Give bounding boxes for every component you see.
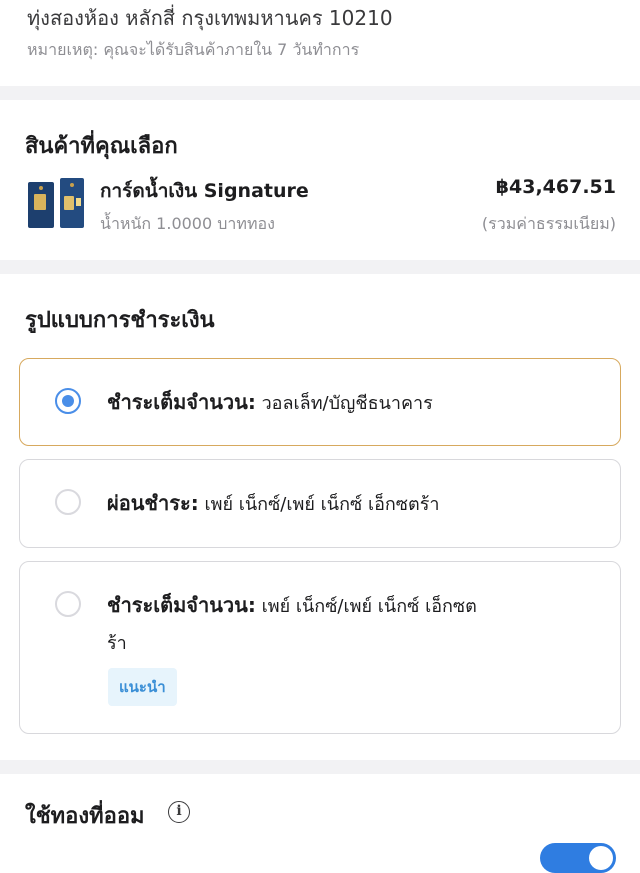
use-savings-toggle[interactable] bbox=[540, 843, 616, 873]
fee-note: (รวมค่าธรรมเนียม) bbox=[481, 214, 616, 233]
payment-option-label: ชำระเต็มจำนวน: bbox=[107, 593, 256, 617]
payment-option-installment[interactable]: ผ่อนชำระ: เพย์ เน็กซ์/เพย์ เน็กซ์ เอ็กซต… bbox=[19, 459, 621, 548]
product-weight: น้ำหนัก 1.0000 บาททอง bbox=[100, 214, 275, 233]
payment-option-detail: เพย์ เน็กซ์/เพย์ เน็กซ์ เอ็กซต bbox=[261, 596, 477, 617]
info-icon[interactable]: i bbox=[168, 801, 190, 823]
payment-option-full-paynext[interactable]: ชำระเต็มจำนวน: เพย์ เน็กซ์/เพย์ เน็กซ์ เ… bbox=[19, 561, 621, 734]
payment-option-text: ผ่อนชำระ: เพย์ เน็กซ์/เพย์ เน็กซ์ เอ็กซต… bbox=[107, 485, 439, 523]
savings-title: ใช้ทองที่ออม bbox=[25, 804, 145, 829]
radio-unselected-icon[interactable] bbox=[55, 489, 81, 515]
payment-title: รูปแบบการชำระเงิน bbox=[25, 308, 215, 333]
address-section: ทุ่งสองห้อง หลักสี่ กรุงเทพมหานคร 10210 … bbox=[0, 0, 640, 86]
payment-option-label: ชำระเต็มจำนวน: bbox=[107, 390, 256, 414]
payment-option-detail: เพย์ เน็กซ์/เพย์ เน็กซ์ เอ็กซตร้า bbox=[204, 494, 440, 515]
payment-option-text: ชำระเต็มจำนวน: เพย์ เน็กซ์/เพย์ เน็กซ์ เ… bbox=[107, 587, 477, 662]
section-divider bbox=[0, 760, 640, 774]
delivery-note: หมายเหตุ: คุณจะได้รับสินค้าภายใน 7 วันทำ… bbox=[27, 40, 360, 59]
selected-product-title: สินค้าที่คุณเลือก bbox=[25, 134, 178, 159]
payment-option-detail-cont: ร้า bbox=[107, 633, 127, 654]
product-name: การ์ดน้ำเงิน Signature bbox=[100, 180, 309, 202]
section-divider bbox=[0, 260, 640, 274]
payment-option-detail: วอลเล็ท/บัญชีธนาคาร bbox=[261, 393, 433, 414]
address-line: ทุ่งสองห้อง หลักสี่ กรุงเทพมหานคร 10210 bbox=[27, 6, 393, 30]
payment-option-label: ผ่อนชำระ: bbox=[107, 491, 199, 515]
radio-selected-icon[interactable] bbox=[55, 388, 81, 414]
recommended-badge: แนะนำ bbox=[108, 668, 177, 706]
section-divider bbox=[0, 86, 640, 100]
payment-option-full-wallet[interactable]: ชำระเต็มจำนวน: วอลเล็ท/บัญชีธนาคาร bbox=[19, 358, 621, 446]
product-thumbnail bbox=[26, 176, 86, 232]
payment-option-text: ชำระเต็มจำนวน: วอลเล็ท/บัญชีธนาคาร bbox=[107, 384, 433, 422]
product-price: ฿43,467.51 bbox=[495, 176, 616, 198]
radio-unselected-icon[interactable] bbox=[55, 591, 81, 617]
gold-card-product-image bbox=[26, 176, 86, 232]
